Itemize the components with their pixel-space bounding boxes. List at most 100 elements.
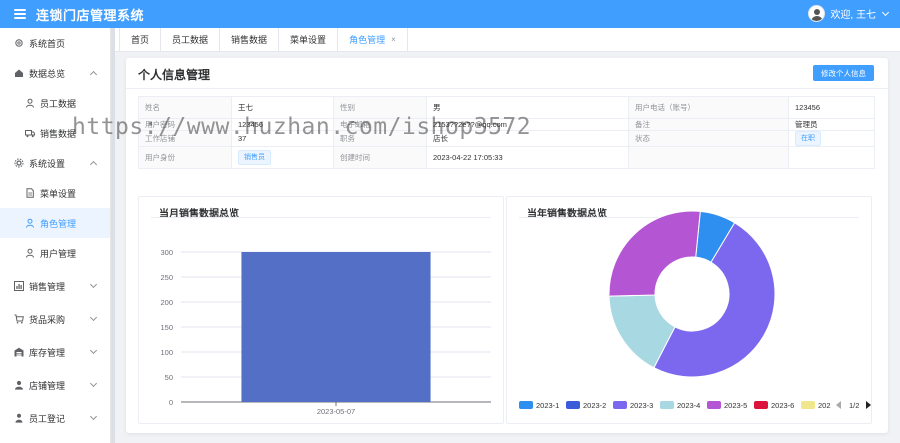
email-label: 电子邮箱	[333, 118, 427, 131]
truck-icon	[25, 128, 35, 138]
sidebar-item-user-management[interactable]: 用户管理	[0, 238, 110, 268]
legend-next-icon	[866, 401, 871, 409]
legend-label: 2023-3	[630, 401, 653, 410]
legend-swatch	[660, 401, 674, 409]
chevron-down-icon	[89, 412, 98, 421]
identity-cell: 销售员	[231, 146, 334, 169]
sidebar-item-label: 店铺管理	[29, 380, 66, 391]
status-badge: 在职	[795, 131, 821, 146]
tab-role-management[interactable]: 角色管理 ×	[338, 28, 408, 51]
chevron-down-icon	[881, 8, 890, 16]
status-cell: 在职	[788, 130, 875, 147]
legend-label: 2023-4	[677, 401, 700, 410]
legend-swatch	[566, 401, 580, 409]
sidebar-item-label: 系统首页	[29, 38, 66, 49]
user-icon	[25, 248, 35, 258]
welcome-text: 欢迎, 王七	[830, 10, 876, 21]
monthly-sales-bar-chart: 0 50 100 150 200 250 300 2023-05-07	[160, 248, 491, 416]
sidebar-item-label: 角色管理	[40, 218, 77, 229]
sidebar-item-data-overview[interactable]: 数据总览	[0, 58, 110, 88]
sidebar-item-employee-registration[interactable]: 员工登记	[0, 403, 110, 433]
user-icon	[25, 218, 35, 228]
tab-home[interactable]: 首页	[119, 28, 162, 51]
monthly-sales-panel: 当月销售数据总览 0 50 100 150 200 250 300 2023-05-07	[138, 196, 504, 424]
sidebar: 系统首页 数据总览 员工数据 销售数据 系统设置 菜单设置 角色管理 用户管理 …	[0, 28, 111, 443]
sidebar-item-label: 货品采购	[29, 314, 66, 325]
identity-label: 用户身份	[138, 146, 232, 169]
empty-cell	[788, 146, 875, 169]
tab-menu-settings[interactable]: 菜单设置	[279, 28, 339, 51]
table-row: 用户身份 销售员 创建时间 2023-04-22 17:05:33	[138, 146, 875, 169]
empty-cell	[628, 146, 789, 169]
user-menu[interactable]: 欢迎, 王七	[808, 5, 890, 22]
identity-badge: 销售员	[238, 150, 271, 165]
legend-label: 2023-1	[536, 401, 559, 410]
menu-toggle-icon[interactable]	[14, 9, 26, 19]
edit-profile-button[interactable]: 修改个人信息	[813, 65, 874, 81]
position-label: 职务	[333, 130, 427, 147]
created-label: 创建时间	[333, 146, 427, 169]
position-value: 店长	[426, 130, 629, 147]
remark-label: 备注	[628, 118, 789, 131]
gear-icon	[14, 38, 24, 48]
user-icon	[25, 98, 35, 108]
tab-employee-data[interactable]: 员工数据	[161, 28, 221, 51]
created-value: 2023-04-22 17:05:33	[426, 146, 629, 169]
avatar	[808, 5, 826, 22]
sidebar-item-system-settings[interactable]: 系统设置	[0, 148, 110, 178]
remark-value: 管理员	[788, 118, 875, 131]
y-tick-label: 200	[160, 298, 173, 307]
tab-label: 员工数据	[172, 35, 209, 45]
chevron-down-icon	[89, 313, 98, 322]
sidebar-scrollbar[interactable]	[111, 28, 115, 443]
phone-value: 123456	[788, 96, 875, 119]
x-tick-label: 2023-05-07	[317, 407, 355, 416]
chevron-down-icon	[89, 346, 98, 355]
sidebar-item-label: 销售数据	[40, 128, 77, 139]
close-icon[interactable]: ×	[391, 35, 396, 44]
sidebar-item-role-management[interactable]: 角色管理	[0, 208, 110, 238]
phone-label: 用户电话（账号）	[628, 96, 789, 119]
sidebar-item-sales-management[interactable]: 销售管理	[0, 271, 110, 301]
sidebar-item-menu-settings[interactable]: 菜单设置	[0, 178, 110, 208]
top-header: 连锁门店管理系统 欢迎, 王七	[0, 0, 900, 28]
sidebar-item-store-management[interactable]: 店铺管理	[0, 370, 110, 400]
legend-label: 2023-2	[583, 401, 606, 410]
y-tick-label: 250	[160, 273, 173, 282]
y-tick-label: 150	[160, 323, 173, 332]
legend-swatch	[754, 401, 768, 409]
warehouse-icon	[14, 347, 24, 357]
settings-icon	[14, 158, 24, 168]
legend-prev-icon	[836, 401, 841, 409]
legend-swatch	[519, 401, 533, 409]
sidebar-item-inventory[interactable]: 库存管理	[0, 337, 110, 367]
legend-page: 1/2	[849, 401, 859, 410]
name-value: 王七	[231, 96, 334, 119]
home-icon	[14, 68, 24, 78]
document-icon	[25, 188, 35, 198]
app-title: 连锁门店管理系统	[36, 7, 145, 23]
sidebar-item-purchasing[interactable]: 货品采购	[0, 304, 110, 334]
sidebar-item-label: 库存管理	[29, 347, 66, 358]
sidebar-item-label: 员工数据	[40, 98, 77, 109]
profile-info-table: 姓名 王七 性别 男 用户电话（账号） 123456 用户密码 123456 电…	[138, 96, 875, 169]
gender-label: 性别	[333, 96, 427, 119]
password-label: 用户密码	[138, 118, 232, 131]
yearly-sales-panel: 当年销售数据总览 2023-1 2023-2 2023-3 2023-4 2023-5 2…	[506, 196, 872, 424]
person-icon	[14, 413, 24, 423]
sidebar-item-home[interactable]: 系统首页	[0, 28, 110, 58]
sidebar-item-sales-data[interactable]: 销售数据	[0, 118, 110, 148]
sidebar-item-employee-data[interactable]: 员工数据	[0, 88, 110, 118]
status-label: 状态	[628, 130, 789, 147]
sidebar-item-label: 员工登记	[29, 413, 66, 424]
legend-swatch	[613, 401, 627, 409]
tab-label: 销售数据	[231, 35, 268, 45]
password-value: 123456	[231, 118, 334, 131]
sidebar-item-label: 销售管理	[29, 281, 66, 292]
name-label: 姓名	[138, 96, 232, 119]
tab-sales-data[interactable]: 销售数据	[220, 28, 280, 51]
gender-value: 男	[426, 96, 629, 119]
y-tick-label: 100	[160, 348, 173, 357]
cart-icon	[14, 314, 24, 324]
table-row: 工作店铺 37 职务 店长 状态 在职	[138, 130, 875, 147]
